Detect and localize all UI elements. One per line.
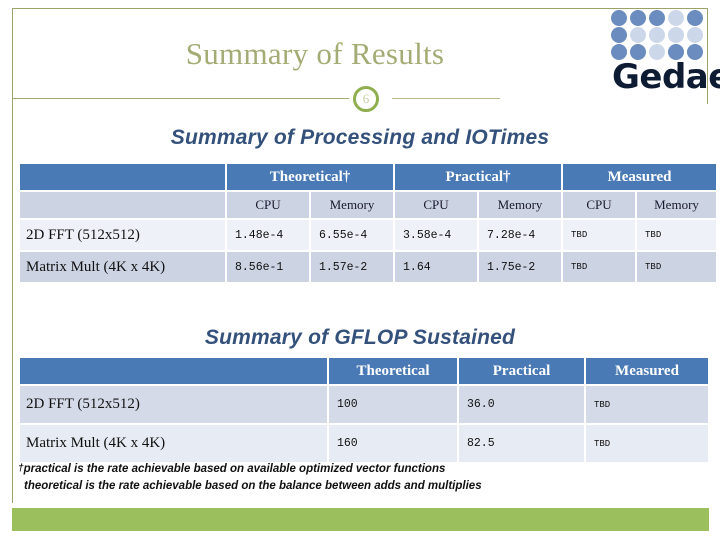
table-row: 2D FFT (512x512) 100 36.0 TBD [20,386,708,423]
gflop-sustained-table: Theoretical Practical Measured 2D FFT (5… [18,356,710,464]
logo-dot [611,10,627,26]
subheader-cell-practical-cpu: CPU [395,192,478,218]
logo-dot [687,27,703,43]
gflop-table-heading: Summary of GFLOP Sustained [204,326,516,349]
cell-matmult-theoretical-cpu: 8.56e-1 [227,252,309,282]
cell-fft-measured-cpu: TBD [563,220,636,250]
table-row: Matrix Mult (4K x 4K) 8.56e-1 1.57e-2 1.… [20,252,717,282]
cell-fft-measured-memory: TBD [637,220,717,250]
io-table-heading: Summary of Processing and IOTimes [170,126,550,149]
cell-fft-theoretical: 100 [329,386,457,423]
subheader-cell-theoretical-memory: Memory [311,192,394,218]
table-subheader-row: CPU Memory CPU Memory CPU Memory [20,192,717,218]
page-title: Summary of Results [185,36,445,71]
header-cell-blank [20,358,327,384]
header-cell-measured: Measured [563,164,717,190]
subheader-cell-theoretical-cpu: CPU [227,192,309,218]
footnote-line-1-text: practical is the rate achievable based o… [23,463,446,475]
header-cell-measured: Measured [586,358,708,384]
cell-fft-theoretical-cpu: 1.48e-4 [227,220,309,250]
cell-matmult-practical: 82.5 [459,425,584,462]
header-cell-theoretical: Theoretical [329,358,457,384]
cell-matmult-measured-memory: TBD [637,252,717,282]
logo-dot [630,27,646,43]
header-cell-practical: Practical [459,358,584,384]
footnote-block: †practical is the rate achievable based … [18,460,678,495]
logo-dot [611,27,627,43]
logo-dot [649,10,665,26]
frame-line-left [12,8,13,503]
logo-dot-grid-icon [611,10,706,61]
header-rule-left [13,98,349,99]
table-row: Matrix Mult (4K x 4K) 160 82.5 TBD [20,425,708,462]
row-label-matmult: Matrix Mult (4K x 4K) [20,252,225,282]
footnote-line-1: †practical is the rate achievable based … [18,460,678,478]
header-cell-blank [20,164,225,190]
subheader-cell-practical-memory: Memory [479,192,562,218]
row-label-fft: 2D FFT (512x512) [20,386,327,423]
header-rule-right [392,98,500,99]
cell-matmult-theoretical-memory: 1.57e-2 [311,252,394,282]
bottom-accent-bar [12,508,709,531]
subheader-cell-blank [20,192,225,218]
frame-line-top [12,8,708,9]
cell-matmult-measured-cpu: TBD [563,252,636,282]
gedae-logo: Gedae [611,10,720,100]
cell-matmult-theoretical: 160 [329,425,457,462]
cell-fft-practical: 36.0 [459,386,584,423]
page-number-badge: 6 [353,86,379,112]
subheader-cell-measured-cpu: CPU [563,192,636,218]
cell-matmult-measured: TBD [586,425,708,462]
table-header-row: Theoretical Practical Measured [20,358,708,384]
row-label-matmult: Matrix Mult (4K x 4K) [20,425,327,462]
cell-matmult-practical-cpu: 1.64 [395,252,478,282]
footnote-line-2: theoretical is the rate achievable based… [24,480,482,492]
table-row: 2D FFT (512x512) 1.48e-4 6.55e-4 3.58e-4… [20,220,717,250]
logo-dot [630,10,646,26]
io-times-table: Theoretical† Practical† Measured CPU Mem… [18,162,718,284]
logo-dot [668,27,684,43]
header-cell-practical: Practical† [395,164,562,190]
cell-fft-practical-cpu: 3.58e-4 [395,220,478,250]
header-cell-theoretical: Theoretical† [227,164,394,190]
subheader-cell-measured-memory: Memory [637,192,717,218]
logo-wordmark: Gedae [612,57,720,97]
logo-dot [668,10,684,26]
cell-fft-measured: TBD [586,386,708,423]
cell-fft-theoretical-memory: 6.55e-4 [311,220,394,250]
logo-dot [649,27,665,43]
row-label-fft: 2D FFT (512x512) [20,220,225,250]
cell-matmult-practical-memory: 1.75e-2 [479,252,562,282]
slide-canvas: Summary of Results 6 Gedae Summary of Pr… [0,0,720,540]
logo-dot [687,10,703,26]
table-header-row: Theoretical† Practical† Measured [20,164,717,190]
cell-fft-practical-memory: 7.28e-4 [479,220,562,250]
